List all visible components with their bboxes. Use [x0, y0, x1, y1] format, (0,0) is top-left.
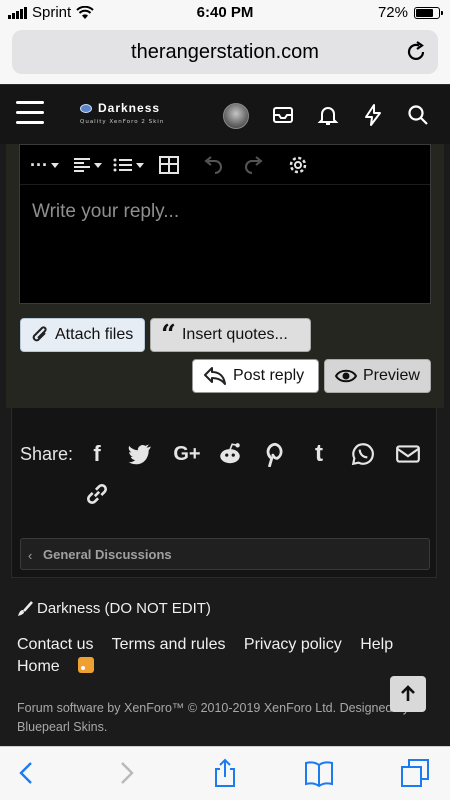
redo-icon [245, 156, 263, 174]
tabs-icon[interactable] [400, 758, 430, 788]
logo-name: Darkness [98, 101, 161, 115]
facebook-icon[interactable]: f [84, 441, 110, 467]
address-bar[interactable]: therangerstation.com [12, 30, 438, 74]
bookmarks-icon[interactable] [304, 758, 334, 788]
back-icon[interactable] [12, 758, 42, 788]
align-left-icon [74, 158, 90, 172]
privacy-policy-link[interactable]: Privacy policy [244, 636, 342, 653]
attach-files-label: Attach files [55, 326, 134, 343]
editor-toolbar: ··· [20, 145, 430, 185]
rss-icon[interactable] [77, 657, 94, 673]
undo-icon [204, 156, 222, 174]
link-icon[interactable] [84, 481, 110, 507]
lightning-icon[interactable] [361, 103, 385, 127]
post-reply-button[interactable]: Post reply [192, 359, 319, 393]
reload-icon[interactable] [404, 40, 428, 64]
preview-button[interactable]: Preview [324, 359, 431, 393]
terms-link[interactable]: Terms and rules [112, 636, 226, 653]
style-chooser-label[interactable]: Darkness (DO NOT EDIT) [37, 600, 211, 617]
preview-label: Preview [363, 367, 420, 384]
scroll-to-top-button[interactable] [390, 676, 426, 712]
copyright-text: Forum software by XenForo™ © 2010-2019 X… [17, 701, 410, 734]
battery-percent: 72% [377, 4, 408, 21]
battery-icon [414, 6, 443, 19]
twitter-icon[interactable] [127, 441, 153, 467]
contact-us-link[interactable]: Contact us [17, 636, 93, 653]
reply-editor[interactable]: ··· Write your reply... [19, 144, 431, 304]
menu-icon[interactable] [16, 101, 44, 125]
tumblr-icon[interactable]: t [306, 440, 332, 467]
insert-quotes-button[interactable]: “ Insert quotes... [150, 318, 311, 352]
settings-button[interactable] [288, 154, 308, 176]
site-logo[interactable]: Darkness Quality XenForo 2 Skin [80, 101, 164, 125]
post-reply-label: Post reply [233, 367, 305, 384]
url-text[interactable]: therangerstation.com [12, 41, 438, 64]
bell-icon[interactable] [316, 103, 340, 127]
breadcrumb[interactable]: ‹ General Discussions [20, 538, 430, 570]
style-chooser[interactable]: Darkness (DO NOT EDIT) [17, 600, 211, 617]
reply-icon [204, 367, 226, 385]
pinterest-icon[interactable] [262, 441, 288, 467]
more-options-button[interactable]: ··· [30, 154, 59, 176]
avatar[interactable] [223, 103, 249, 129]
list-icon [113, 158, 132, 172]
table-button[interactable] [159, 154, 179, 176]
reddit-icon[interactable] [217, 441, 243, 467]
logo-tagline: Quality XenForo 2 Skin [80, 119, 165, 125]
share-section: Share: f G+ t ‹ General Discussions [11, 408, 437, 578]
status-right: 72% [377, 4, 443, 21]
paint-brush-icon [18, 600, 33, 616]
align-button[interactable] [73, 154, 102, 176]
insert-quotes-label: Insert quotes... [181, 326, 288, 343]
breadcrumb-label[interactable]: General Discussions [43, 547, 172, 562]
undo-button[interactable] [202, 154, 224, 176]
gear-icon [289, 156, 307, 174]
chevron-left-icon: ‹ [28, 548, 33, 563]
email-icon[interactable] [395, 441, 421, 467]
table-icon [159, 156, 179, 174]
forward-icon[interactable] [111, 758, 141, 788]
eye-icon [335, 369, 357, 383]
home-link[interactable]: Home [17, 658, 60, 675]
status-bar: Sprint 6:40 PM 72% [0, 0, 450, 26]
site-footer: Darkness (DO NOT EDIT) Contact us Terms … [0, 578, 450, 746]
eye-logo-icon [80, 103, 92, 113]
quote-icon: “ [161, 320, 176, 350]
paperclip-icon [32, 326, 47, 342]
help-link[interactable]: Help [360, 636, 393, 653]
footer-links: Contact us Terms and rules Privacy polic… [17, 634, 437, 678]
search-icon[interactable] [406, 103, 430, 127]
arrow-up-icon [401, 685, 415, 701]
inbox-icon[interactable] [271, 103, 295, 127]
reply-panel: ··· Write your reply... Attach files “ I… [6, 144, 444, 408]
redo-button[interactable] [243, 154, 265, 176]
reply-placeholder[interactable]: Write your reply... [32, 201, 179, 223]
share-icon[interactable] [210, 758, 240, 788]
share-label: Share: [20, 444, 74, 464]
browser-toolbar: therangerstation.com [0, 26, 450, 84]
attach-files-button[interactable]: Attach files [20, 318, 145, 352]
browser-bottom-bar [0, 746, 450, 800]
site-header: Darkness Quality XenForo 2 Skin [0, 84, 450, 144]
google-plus-icon[interactable]: G+ [170, 441, 204, 467]
list-button[interactable] [113, 154, 144, 176]
whatsapp-icon[interactable] [350, 441, 376, 467]
